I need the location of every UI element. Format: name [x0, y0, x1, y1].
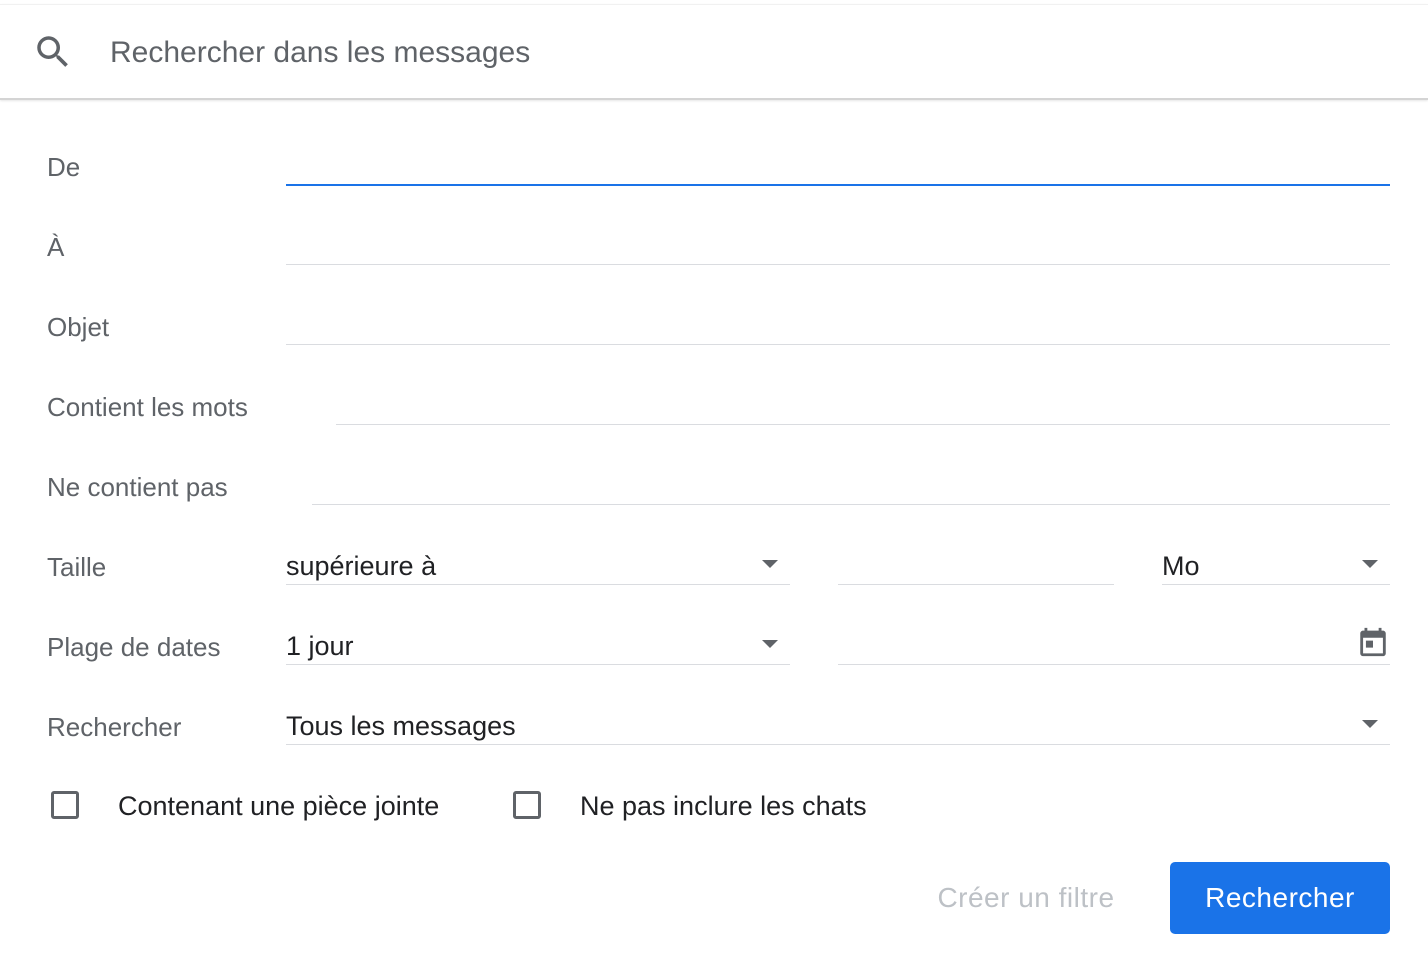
from-label: De [47, 152, 81, 182]
size-label: Taille [47, 552, 107, 582]
size-unit-select[interactable]: Mo [1162, 544, 1390, 585]
dropdown-arrow-icon [1362, 560, 1378, 568]
subject-label: Objet [47, 312, 110, 342]
search-bar [0, 4, 1428, 100]
subject-field[interactable] [286, 304, 1390, 345]
exclude-chats-label[interactable]: Ne pas inclure les chats [580, 790, 867, 822]
not-words-input[interactable] [312, 464, 1390, 504]
date-range-select[interactable]: 1 jour [286, 624, 790, 665]
search-button[interactable]: Rechercher [1170, 862, 1390, 934]
date-range-label: Plage de dates [47, 632, 221, 662]
search-in-select[interactable]: Tous les messages [286, 704, 1390, 745]
date-range-value: 1 jour [286, 631, 354, 661]
has-words-label: Contient les mots [47, 392, 248, 422]
search-in-label: Rechercher [47, 712, 182, 742]
dropdown-arrow-icon [762, 640, 778, 648]
from-input[interactable] [286, 144, 1390, 184]
advanced-search-panel: De À Objet Contient les mots Ne contient… [0, 0, 1428, 970]
size-operator-select[interactable]: supérieure à [286, 544, 790, 585]
create-filter-button[interactable]: Créer un filtre [910, 868, 1142, 928]
exclude-chats-checkbox[interactable] [513, 791, 541, 819]
size-unit-value: Mo [1162, 551, 1200, 581]
has-words-input[interactable] [336, 384, 1390, 424]
search-icon[interactable] [32, 31, 74, 73]
to-label: À [47, 232, 65, 262]
has-attachment-label[interactable]: Contenant une pièce jointe [118, 790, 439, 822]
calendar-icon[interactable] [1356, 624, 1390, 660]
date-input[interactable] [838, 624, 1338, 664]
size-amount-field[interactable] [838, 544, 1114, 585]
size-amount-input[interactable] [838, 544, 1114, 584]
size-operator-value: supérieure à [286, 551, 437, 581]
to-input[interactable] [286, 224, 1390, 264]
search-in-value: Tous les messages [286, 711, 516, 741]
not-words-label: Ne contient pas [47, 472, 228, 502]
dropdown-arrow-icon [762, 560, 778, 568]
search-input[interactable] [110, 31, 1390, 75]
from-field[interactable] [286, 144, 1390, 186]
dropdown-arrow-icon [1362, 720, 1378, 728]
subject-input[interactable] [286, 304, 1390, 344]
not-words-field[interactable] [312, 464, 1390, 505]
date-field[interactable] [838, 624, 1390, 665]
has-words-field[interactable] [336, 384, 1390, 425]
to-field[interactable] [286, 224, 1390, 265]
has-attachment-checkbox[interactable] [51, 791, 79, 819]
